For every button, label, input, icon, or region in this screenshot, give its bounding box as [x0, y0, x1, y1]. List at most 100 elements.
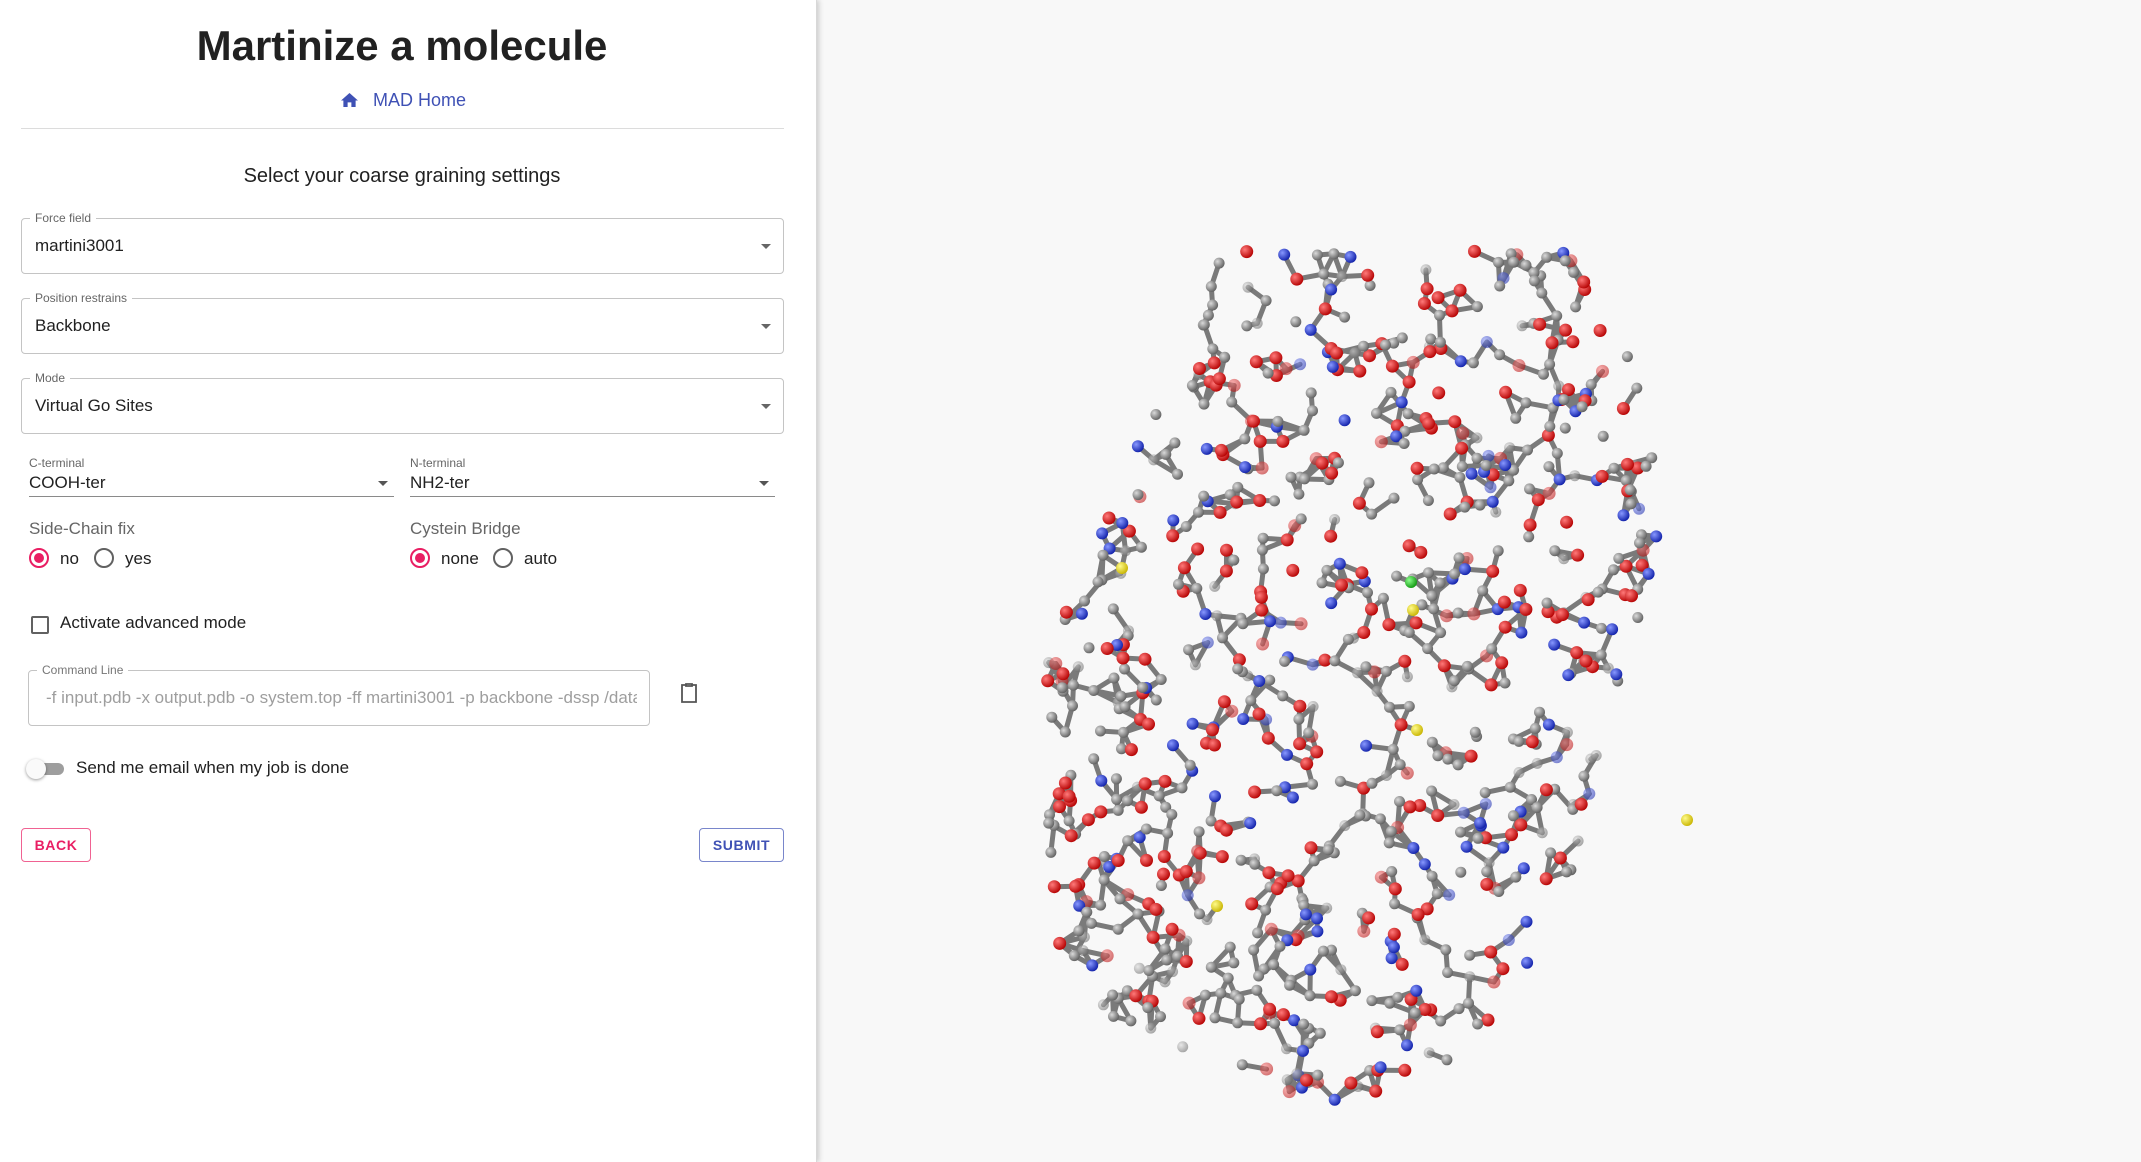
oxygen-atom — [1365, 602, 1378, 616]
nitrogen-atom — [1465, 467, 1478, 480]
carbon-atom — [1172, 468, 1183, 480]
c-terminal-select[interactable]: C-terminal COOH-ter — [29, 456, 394, 497]
carbon-atom — [1219, 351, 1231, 363]
carbon-atom — [1474, 499, 1486, 511]
side-chain-yes-radio[interactable] — [94, 548, 114, 568]
nitrogen-atom — [1239, 461, 1252, 474]
email-toggle[interactable] — [26, 759, 64, 779]
oxygen-atom — [1388, 882, 1402, 896]
carbon-atom — [1272, 415, 1284, 427]
carbon-atom — [1046, 711, 1058, 723]
nitrogen-atom — [1385, 952, 1398, 965]
cystein-auto-radio[interactable] — [493, 548, 513, 568]
carbon-atom — [1434, 577, 1446, 589]
carbon-atom — [1435, 627, 1447, 639]
command-line-field[interactable]: Command Line -f input.pdb -x output.pdb … — [28, 663, 650, 726]
nitrogen-atom — [1480, 336, 1493, 348]
oxygen-atom — [1423, 345, 1437, 359]
carbon-atom — [1409, 1007, 1421, 1019]
oxygen-atom — [1484, 945, 1498, 959]
carbon-atom — [1332, 457, 1344, 469]
carbon-atom — [1538, 368, 1549, 380]
carbon-atom — [1242, 281, 1254, 293]
carbon-atom — [1366, 508, 1378, 520]
carbon-atom — [1453, 1003, 1465, 1015]
oxygen-atom — [1142, 717, 1155, 731]
nitrogen-atom — [1499, 459, 1512, 471]
oxygen-atom — [1315, 456, 1329, 470]
nitrogen-atom — [1520, 915, 1533, 928]
oxygen-atom — [1432, 386, 1446, 400]
carbon-atom — [1435, 1015, 1447, 1027]
nitrogen-atom — [1278, 248, 1291, 261]
advanced-mode-label: Activate advanced mode — [60, 613, 247, 632]
carbon-atom — [1202, 309, 1214, 321]
carbon-atom — [1155, 674, 1167, 685]
carbon-atom — [1394, 759, 1406, 771]
carbon-atom — [1312, 1069, 1324, 1081]
mad-home-link[interactable]: MAD Home — [340, 87, 466, 113]
oxygen-atom — [1362, 911, 1376, 925]
oxygen-atom — [1240, 245, 1254, 259]
oxygen-atom — [1227, 378, 1241, 392]
nitrogen-atom — [1186, 717, 1199, 730]
carbon-atom — [1568, 266, 1580, 278]
carbon-atom — [1428, 603, 1440, 615]
oxygen-atom — [1431, 809, 1445, 822]
oxygen-atom — [1595, 469, 1609, 483]
oxygen-atom — [1069, 879, 1082, 893]
oxygen-atom — [1100, 642, 1114, 655]
carbon-atom — [1486, 643, 1498, 655]
side-chain-no-radio[interactable] — [29, 548, 49, 568]
carbon-atom — [1067, 700, 1078, 712]
oxygen-atom — [1053, 800, 1066, 814]
nitrogen-atom — [1374, 1061, 1387, 1074]
nitrogen-atom — [1244, 817, 1257, 830]
nitrogen-atom — [1401, 1039, 1413, 1052]
carbon-atom — [1366, 777, 1378, 789]
position-restrains-label: Position restrains — [30, 291, 133, 305]
carbon-atom — [1385, 386, 1397, 398]
oxygen-atom — [1596, 364, 1609, 378]
position-restrains-select[interactable]: Position restrains Backbone — [21, 291, 784, 354]
carbon-atom — [1321, 564, 1333, 576]
cystein-none-radio[interactable] — [410, 548, 430, 568]
force-field-select[interactable]: Force field martini3001 — [21, 211, 784, 274]
carbon-atom — [1624, 484, 1636, 496]
oxygen-atom — [1213, 505, 1227, 519]
carbon-atom — [1422, 495, 1434, 506]
carbon-atom — [1467, 357, 1479, 369]
carbon-atom — [1402, 408, 1414, 420]
carbon-atom — [1513, 735, 1525, 747]
submit-button[interactable]: SUBMIT — [699, 828, 784, 862]
carbon-atom — [1194, 908, 1205, 920]
carbon-atom — [1590, 750, 1602, 761]
carbon-atom — [1334, 775, 1346, 787]
carbon-atom — [1248, 944, 1260, 956]
oxygen-atom — [1255, 461, 1269, 475]
oxygen-atom — [1513, 583, 1527, 597]
mode-select[interactable]: Mode Virtual Go Sites — [21, 371, 784, 434]
n-terminal-select[interactable]: N-terminal NH2-ter — [410, 456, 775, 497]
oxygen-atom — [1402, 375, 1416, 389]
advanced-mode-checkbox[interactable] — [31, 616, 49, 634]
carbon-atom — [1561, 726, 1573, 738]
carbon-atom — [1241, 320, 1253, 332]
oxygen-atom — [1533, 317, 1547, 331]
carbon-atom — [1428, 463, 1440, 475]
carbon-atom — [1543, 461, 1555, 473]
carbon-atom — [1472, 832, 1484, 844]
back-button[interactable]: BACK — [21, 828, 91, 862]
carbon-atom — [1125, 1015, 1137, 1027]
clipboard-icon[interactable] — [677, 681, 701, 705]
carbon-atom — [1215, 987, 1227, 999]
molecule-viewer-panel[interactable] — [817, 0, 2141, 1162]
carbon-atom — [1281, 1074, 1293, 1086]
carbon-atom — [1159, 976, 1171, 988]
nitrogen-atom — [1542, 718, 1555, 731]
oxygen-atom — [1414, 545, 1428, 559]
carbon-atom — [1634, 537, 1645, 549]
molecule-viewer[interactable] — [817, 0, 2141, 1162]
carbon-atom — [1268, 959, 1280, 971]
carbon-atom — [1522, 444, 1533, 456]
